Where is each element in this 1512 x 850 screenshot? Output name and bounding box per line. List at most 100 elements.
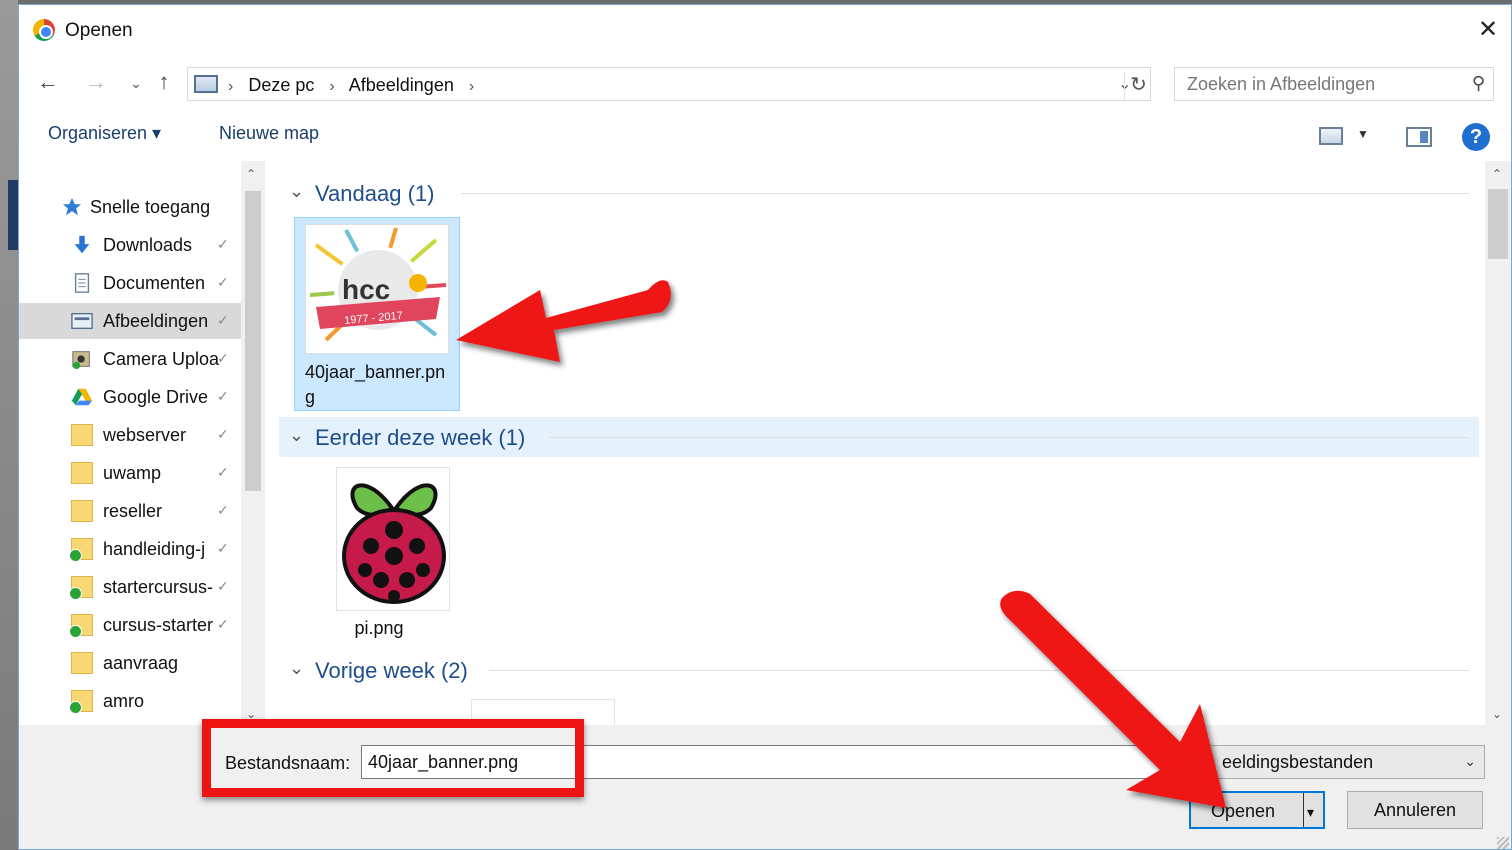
- scroll-down-icon[interactable]: ⌄: [1492, 707, 1502, 721]
- sidebar-item-startercursus[interactable]: startercursus- ✓: [19, 569, 241, 605]
- file-list: ⌄ Vandaag (1) hcc 1977 - 2017 40jaar_ban…: [269, 161, 1485, 725]
- pin-icon[interactable]: ✓: [217, 426, 229, 443]
- file-list-scroll-thumb[interactable]: [1488, 189, 1508, 259]
- breadcrumb-deze-pc[interactable]: Deze pc: [248, 75, 314, 95]
- preview-pane-icon[interactable]: [1406, 127, 1432, 147]
- star-icon: [62, 197, 82, 216]
- hcc-logo-text: hcc: [342, 274, 390, 305]
- breadcrumb-separator[interactable]: ›: [228, 78, 233, 95]
- pictures-location-icon: [194, 75, 218, 93]
- forward-button[interactable]: →: [83, 69, 109, 95]
- sidebar-item-label: amro: [103, 691, 145, 711]
- desktop-background-strip: [8, 180, 18, 250]
- sidebar-item-amro[interactable]: amro: [19, 683, 241, 719]
- group-header-vorige-week[interactable]: ⌄ Vorige week (2): [279, 650, 1479, 690]
- pin-icon[interactable]: ✓: [217, 236, 229, 253]
- pin-icon[interactable]: ✓: [217, 616, 229, 633]
- back-button[interactable]: ←: [35, 69, 61, 95]
- pin-icon[interactable]: ✓: [217, 312, 229, 329]
- pin-icon[interactable]: ✓: [217, 502, 229, 519]
- pin-icon[interactable]: ✓: [217, 540, 229, 557]
- filename-input[interactable]: [361, 745, 1169, 779]
- recent-locations-button[interactable]: ⌄: [123, 75, 149, 92]
- navigation-pane: Snelle toegang Downloads ✓ Documenten ✓ …: [19, 161, 241, 725]
- group-divider: [489, 670, 1469, 671]
- cancel-button[interactable]: Annuleren: [1347, 791, 1483, 829]
- sidebar-scroll-thumb[interactable]: [245, 191, 261, 491]
- sidebar-item-documenten[interactable]: Documenten ✓: [19, 265, 241, 301]
- sidebar-item-google-drive[interactable]: Google Drive ✓: [19, 379, 241, 415]
- pin-icon[interactable]: ✓: [217, 464, 229, 481]
- breadcrumb-afbeeldingen[interactable]: Afbeeldingen: [349, 75, 454, 95]
- sidebar-item-webserver[interactable]: webserver ✓: [19, 417, 241, 453]
- chevron-down-icon[interactable]: ⌄: [1464, 753, 1476, 770]
- hcc-banner-image: hcc 1977 - 2017: [306, 225, 448, 353]
- pin-icon[interactable]: ✓: [217, 388, 229, 405]
- group-divider: [549, 437, 1469, 438]
- title-bar: Openen ✕: [19, 5, 1511, 57]
- sidebar-item-camera-uploads[interactable]: Camera Uploads ✓: [19, 341, 241, 377]
- folder-icon: [71, 500, 93, 522]
- organize-menu[interactable]: Organiseren ▾: [48, 123, 161, 144]
- shared-folder-icon: [69, 614, 93, 638]
- pin-icon[interactable]: ✓: [217, 350, 229, 367]
- breadcrumb-separator[interactable]: ›: [329, 78, 334, 95]
- path-field[interactable]: › Deze pc › Afbeeldingen › ⌄: [187, 67, 1151, 101]
- change-view-icon[interactable]: [1319, 127, 1343, 145]
- chevron-down-icon[interactable]: ⌄: [289, 181, 304, 202]
- sidebar-scrollbar[interactable]: ⌃ ⌄: [241, 161, 265, 725]
- group-divider: [461, 193, 1469, 194]
- open-button[interactable]: Openen ▾: [1189, 791, 1325, 829]
- group-header-eerder-deze-week[interactable]: ⌄ Eerder deze week (1): [279, 417, 1479, 457]
- sidebar-item-label: reseller: [103, 501, 163, 521]
- group-label: Vandaag (1): [315, 181, 435, 206]
- refresh-button[interactable]: ↻: [1124, 72, 1152, 100]
- search-input[interactable]: [1187, 74, 1447, 95]
- breadcrumb: › Deze pc › Afbeeldingen ›: [228, 75, 484, 96]
- file-item-40jaar-banner[interactable]: hcc 1977 - 2017 40jaar_banner.png: [294, 217, 460, 411]
- close-button[interactable]: ✕: [1473, 15, 1503, 45]
- up-button[interactable]: ↑: [151, 69, 177, 95]
- group-header-vandaag[interactable]: ⌄ Vandaag (1): [279, 173, 1479, 213]
- search-box[interactable]: ⚲: [1174, 67, 1494, 101]
- camera-icon: [72, 351, 90, 370]
- image-thumbnail: [336, 467, 450, 611]
- sidebar-item-label: uwamp: [103, 463, 162, 483]
- open-button-label: Openen: [1211, 801, 1276, 821]
- dialog-footer: Bestandsnaam: eeldingsbestanden ⌄ Openen…: [19, 725, 1511, 849]
- breadcrumb-separator[interactable]: ›: [469, 78, 474, 95]
- sidebar-item-uwamp[interactable]: uwamp ✓: [19, 455, 241, 491]
- scroll-down-icon[interactable]: ⌄: [246, 707, 256, 721]
- resize-grip[interactable]: [1497, 837, 1509, 849]
- sidebar-item-quick-access[interactable]: Snelle toegang: [19, 189, 241, 225]
- pin-icon[interactable]: ✓: [217, 274, 229, 291]
- search-icon[interactable]: ⚲: [1472, 73, 1485, 94]
- chevron-down-icon[interactable]: ⌄: [289, 425, 304, 446]
- open-options-dropdown[interactable]: ▾: [1307, 794, 1314, 830]
- chrome-icon: [33, 19, 55, 41]
- chevron-down-icon[interactable]: ⌄: [289, 658, 304, 679]
- sidebar-item-label: handleiding-j: [103, 539, 206, 559]
- view-options-dropdown[interactable]: ▼: [1357, 127, 1369, 141]
- folder-icon: [71, 462, 93, 484]
- sidebar-item-cursus-starter[interactable]: cursus-starter ✓: [19, 607, 241, 643]
- sidebar-item-aanvraag[interactable]: aanvraag: [19, 645, 241, 681]
- file-name: 40jaar_banner.png: [305, 362, 446, 407]
- partial-thumbnail[interactable]: [471, 699, 615, 725]
- help-icon[interactable]: ?: [1462, 123, 1490, 151]
- filetype-select[interactable]: eeldingsbestanden ⌄: [1167, 745, 1485, 779]
- pin-icon[interactable]: ✓: [217, 578, 229, 595]
- scroll-up-icon[interactable]: ⌃: [246, 167, 256, 181]
- sidebar-item-reseller[interactable]: reseller ✓: [19, 493, 241, 529]
- filename-label: Bestandsnaam:: [225, 753, 351, 773]
- file-item-pi[interactable]: pi.png: [294, 461, 460, 641]
- google-drive-icon: [71, 388, 93, 406]
- scroll-up-icon[interactable]: ⌃: [1492, 167, 1502, 181]
- image-thumbnail: hcc 1977 - 2017: [305, 224, 449, 354]
- folder-icon: [71, 424, 93, 446]
- sidebar-item-handleiding[interactable]: handleiding-j ✓: [19, 531, 241, 567]
- sidebar-item-afbeeldingen[interactable]: Afbeeldingen ✓: [19, 303, 241, 339]
- new-folder-button[interactable]: Nieuwe map: [219, 123, 319, 144]
- file-list-scrollbar[interactable]: ⌃ ⌄: [1485, 161, 1511, 725]
- sidebar-item-downloads[interactable]: Downloads ✓: [19, 227, 241, 263]
